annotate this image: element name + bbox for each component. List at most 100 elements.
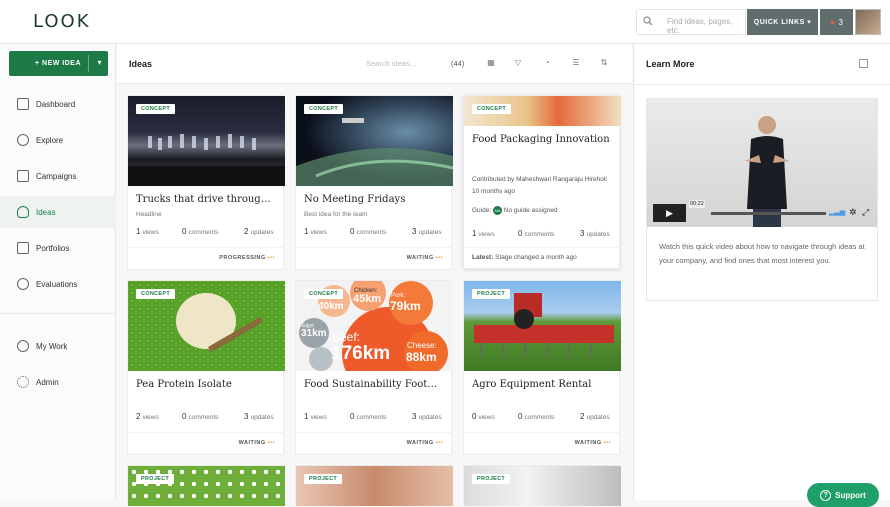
sort-icon[interactable]: ⇅	[599, 58, 609, 68]
card-badge: PROJECT	[136, 474, 175, 484]
card-badge: CONCEPT	[136, 289, 175, 299]
card-title[interactable]: Food Sustainability Foot…	[304, 379, 449, 390]
updates-label: updates	[250, 414, 274, 421]
comments-label: comments	[524, 231, 555, 238]
idea-card[interactable]: PROJECT	[127, 465, 285, 506]
sidebar-item-portfolios[interactable]: Portfolios	[0, 232, 116, 264]
updates-count: 3	[412, 412, 417, 421]
sidebar-item-ideas[interactable]: Ideas	[0, 196, 116, 228]
updates-label: updates	[250, 229, 274, 236]
comments-count: 0	[182, 227, 187, 236]
sidebar-item-evaluations[interactable]: Evaluations	[0, 268, 116, 300]
card-badge: PROJECT	[472, 474, 511, 484]
views-label: views	[310, 229, 327, 236]
idea-card[interactable]: PROJECT	[295, 465, 453, 506]
updates-count: 3	[580, 229, 585, 238]
views-label: views	[478, 414, 495, 421]
new-idea-button[interactable]: + NEW IDEA ▾	[9, 51, 108, 76]
views-label: views	[142, 414, 159, 421]
video-time: 00:22	[689, 200, 705, 208]
sidebar-item-label: My Work	[36, 341, 68, 351]
filter-icon[interactable]: ▽	[513, 58, 523, 68]
comments-label: comments	[188, 229, 219, 236]
card-badge: PROJECT	[472, 289, 511, 299]
sidebar-item-campaigns[interactable]: Campaigns	[0, 160, 116, 192]
fullscreen-icon[interactable]: ⤢	[862, 207, 869, 218]
settings-icon[interactable]: ✲	[849, 207, 857, 218]
collapse-panel-icon[interactable]	[859, 59, 868, 68]
idea-card[interactable]: CONCEPT Pea Protein Isolate 2 views 0 comm…	[127, 280, 285, 455]
new-idea-label: + NEW IDEA	[35, 60, 82, 67]
idea-card[interactable]: CONCEPT Food Packaging Innovation Contri…	[463, 95, 621, 269]
ideas-header: Ideas Search ideas... (44) ▦ ▽ ◔ ☰ ⇅	[117, 44, 632, 84]
divider	[634, 84, 890, 85]
idea-card[interactable]: CONCEPT No Meeting Fridays Best idea for…	[295, 95, 453, 270]
sidebar-item-label: Campaigns	[36, 171, 77, 181]
avatar[interactable]	[855, 9, 881, 35]
card-image	[128, 466, 285, 506]
calendar-icon[interactable]: ▦	[486, 58, 496, 68]
idea-card[interactable]: PROJECT Agro Equipment Rental 0 views 0 co…	[463, 280, 621, 455]
comments-label: comments	[188, 414, 219, 421]
updates-count: 3	[244, 412, 249, 421]
updates-label: updates	[418, 414, 442, 421]
global-search[interactable]: Find ideas, pages, etc.	[636, 9, 746, 35]
sidebar-item-label: Dashboard	[36, 99, 76, 109]
app-logo[interactable]: LOOK	[33, 11, 91, 32]
support-label: Support	[835, 490, 866, 500]
idea-card[interactable]: CONCEPT Trucks that drive throug… Headli…	[127, 95, 285, 270]
ideas-search-input[interactable]: Search ideas...	[366, 59, 416, 68]
comments-count: 0	[350, 227, 355, 236]
sidebar-item-dashboard[interactable]: Dashboard	[0, 88, 116, 120]
video-progress-bar[interactable]	[711, 212, 826, 215]
idea-card[interactable]: PROJECT	[463, 465, 621, 506]
updates-label: updates	[418, 229, 442, 236]
guide-avatar-icon: NA	[492, 206, 502, 215]
notifications-button[interactable]: ● 3	[820, 9, 853, 35]
views-count: 1	[304, 227, 309, 236]
volume-icon[interactable]: ▂▃▅	[829, 208, 845, 216]
video-player[interactable]: ▶ 00:22 ▂▃▅ ✲ ⤢	[647, 99, 877, 227]
updates-label: updates	[586, 231, 610, 238]
comments-count: 0	[518, 412, 523, 421]
idea-card[interactable]: Chicken: 45km 40km Pork: 79km Eggs: 31km…	[295, 280, 453, 455]
card-badge: CONCEPT	[304, 104, 343, 114]
card-title[interactable]: Food Packaging Innovation	[472, 134, 612, 145]
divider	[464, 432, 621, 433]
chevron-down-icon[interactable]: ▾	[97, 58, 102, 67]
views-count: 0	[472, 412, 477, 421]
divider	[296, 432, 453, 433]
status-badge: WAITING •••	[574, 440, 611, 446]
updates-count: 2	[580, 412, 585, 421]
card-image	[464, 466, 621, 506]
list-view-icon[interactable]: ☰	[571, 58, 581, 68]
card-title[interactable]: Pea Protein Isolate	[136, 379, 281, 390]
status-badge: WAITING •••	[406, 255, 443, 261]
cube-icon	[17, 98, 29, 110]
card-title[interactable]: Trucks that drive throug…	[136, 194, 281, 205]
user-filter-icon[interactable]: ◔	[542, 58, 552, 68]
quick-links-button[interactable]: QUICK LINKS ▾	[747, 9, 818, 35]
updates-count: 3	[412, 227, 417, 236]
flag-icon	[17, 170, 29, 182]
sidebar-item-label: Explore	[36, 135, 64, 145]
learn-more-panel: Learn More ▶ 00:22 ▂▃▅ ✲ ⤢ Watch this qu…	[633, 44, 890, 500]
play-icon[interactable]: ▶	[653, 204, 686, 222]
card-subtitle: Best idea for the team	[304, 211, 368, 218]
sidebar-item-admin[interactable]: Admin	[0, 366, 116, 398]
divider	[296, 247, 453, 248]
page-title: Ideas	[129, 59, 153, 69]
status-badge: WAITING •••	[406, 440, 443, 446]
views-label: views	[478, 231, 495, 238]
support-button[interactable]: ? Support	[807, 483, 879, 507]
card-title[interactable]: Agro Equipment Rental	[472, 379, 617, 390]
comments-count: 0	[182, 412, 187, 421]
notification-count: 3	[838, 17, 843, 27]
ideas-panel: Ideas Search ideas... (44) ▦ ▽ ◔ ☰ ⇅ CON…	[117, 44, 632, 506]
card-title[interactable]: No Meeting Fridays	[304, 194, 449, 205]
sidebar-item-explore[interactable]: Explore	[0, 124, 116, 156]
card-badge: CONCEPT	[136, 104, 175, 114]
updates-count: 2	[244, 227, 249, 236]
lightbulb-icon	[17, 206, 29, 218]
sidebar-item-my-work[interactable]: My Work	[0, 330, 116, 362]
